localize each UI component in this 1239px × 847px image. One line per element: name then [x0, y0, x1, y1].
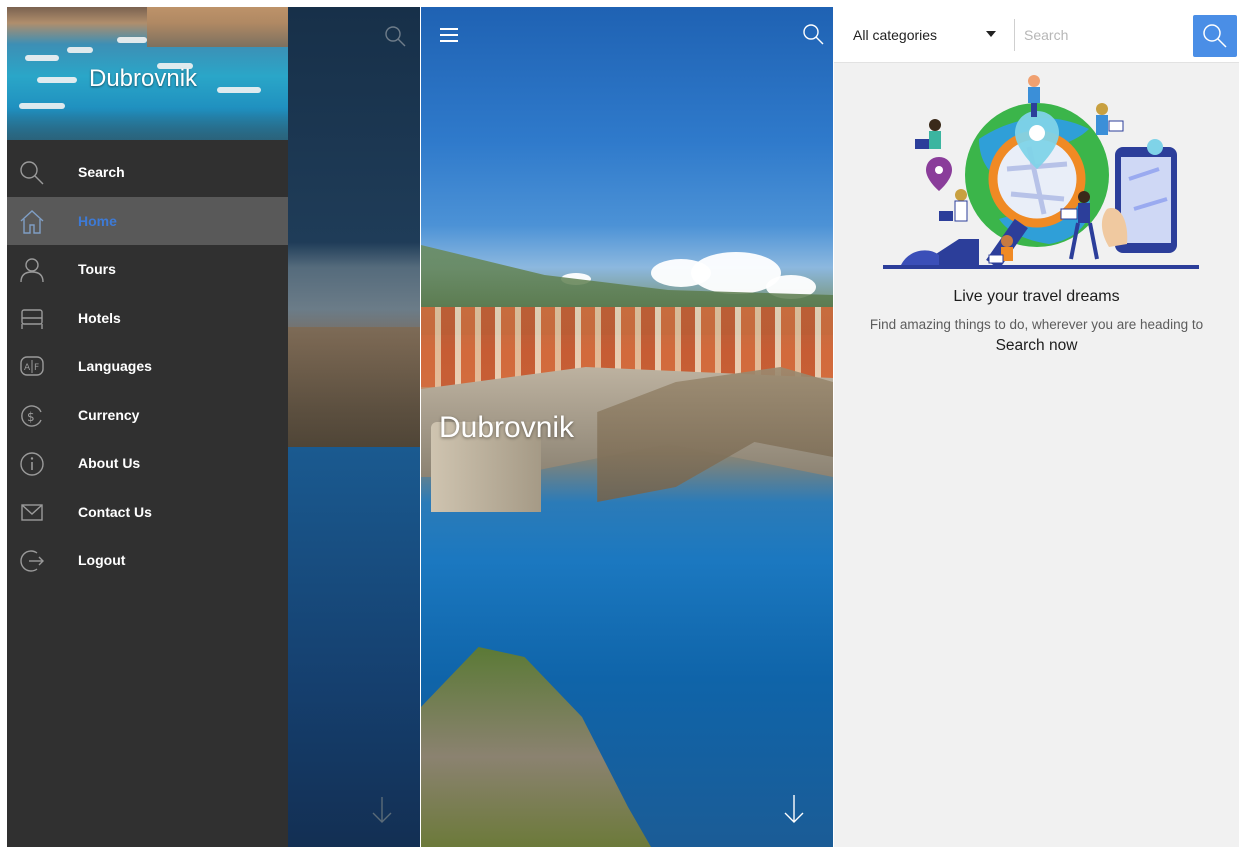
drawer-screen: Dubrovnik Search Home Tours Hotels A F L… [7, 7, 420, 847]
caret-down-icon[interactable] [986, 31, 996, 37]
menu-item-contact-us[interactable]: Contact Us [7, 488, 288, 537]
menu-item-search[interactable]: Search [7, 148, 288, 197]
arrow-down-icon[interactable] [782, 793, 806, 825]
logout-icon [20, 550, 44, 572]
destination-title: Dubrovnik [439, 411, 575, 444]
photo-pier [7, 107, 288, 140]
hamburger-menu-icon[interactable] [439, 27, 459, 43]
bed-icon [21, 308, 43, 329]
menu-item-label: Contact Us [78, 503, 152, 520]
search-now-link[interactable]: Search now [834, 337, 1239, 355]
photo-boat [25, 55, 59, 61]
search-icon [20, 161, 44, 185]
home-screen: Dubrovnik [421, 7, 833, 847]
travel-illustration [883, 75, 1199, 270]
photo-sea [288, 447, 420, 847]
svg-text:F: F [34, 363, 39, 373]
menu-item-label: Tours [78, 261, 116, 278]
navigation-drawer: Dubrovnik Search Home Tours Hotels A F L… [7, 7, 288, 847]
divider [1014, 19, 1015, 51]
search-input[interactable] [1024, 21, 1184, 49]
search-bar: All categories [834, 7, 1239, 63]
drawer-menu: Search Home Tours Hotels A F Languages $… [7, 148, 288, 585]
translate-icon: A F [20, 356, 44, 376]
photo-town [147, 7, 288, 47]
search-subtext: Find amazing things to do, wherever you … [869, 317, 1204, 332]
svg-text:$: $ [27, 410, 35, 424]
person-icon [20, 258, 44, 283]
search-icon [385, 26, 406, 47]
menu-item-hotels[interactable]: Hotels [7, 294, 288, 343]
photo-foreground-rock [421, 647, 651, 847]
menu-item-label: Home [78, 212, 117, 229]
menu-item-label: Logout [78, 552, 126, 569]
search-icon [1203, 24, 1227, 48]
drawer-header-title: Dubrovnik [89, 65, 198, 92]
menu-item-label: About Us [78, 455, 141, 472]
svg-text:A: A [24, 363, 31, 373]
currency-icon: $ [21, 404, 42, 427]
menu-item-logout[interactable]: Logout [7, 536, 288, 585]
category-dropdown[interactable]: All categories [853, 27, 937, 43]
photo-boat [117, 37, 147, 43]
menu-item-home[interactable]: Home [7, 196, 288, 245]
menu-item-label: Currency [78, 406, 140, 423]
search-headline: Live your travel dreams [953, 288, 1120, 305]
arrow-down-icon [372, 797, 392, 823]
photo-boat [67, 47, 93, 53]
menu-item-label: Languages [78, 358, 152, 375]
menu-item-languages[interactable]: A F Languages [7, 342, 288, 391]
menu-item-label: Search [78, 164, 125, 181]
info-icon [20, 452, 44, 476]
menu-item-currency[interactable]: $ Currency [7, 391, 288, 440]
menu-item-label: Hotels [78, 309, 121, 326]
photo-cliff [288, 327, 420, 447]
home-icon [20, 209, 44, 234]
search-icon[interactable] [802, 23, 824, 45]
search-button[interactable] [1193, 15, 1237, 57]
photo-boat [37, 77, 77, 83]
dimmed-background-photo[interactable] [288, 7, 420, 847]
search-screen: All categories Search Live your travel d… [834, 7, 1239, 847]
drawer-header-photo: Dubrovnik [7, 7, 288, 140]
envelope-icon [21, 503, 43, 521]
photo-boat [217, 87, 261, 93]
menu-item-tours[interactable]: Tours [7, 245, 288, 294]
menu-item-about-us[interactable]: About Us [7, 439, 288, 488]
app-showcase: Dubrovnik Search Home Tours Hotels A F L… [0, 0, 1239, 847]
